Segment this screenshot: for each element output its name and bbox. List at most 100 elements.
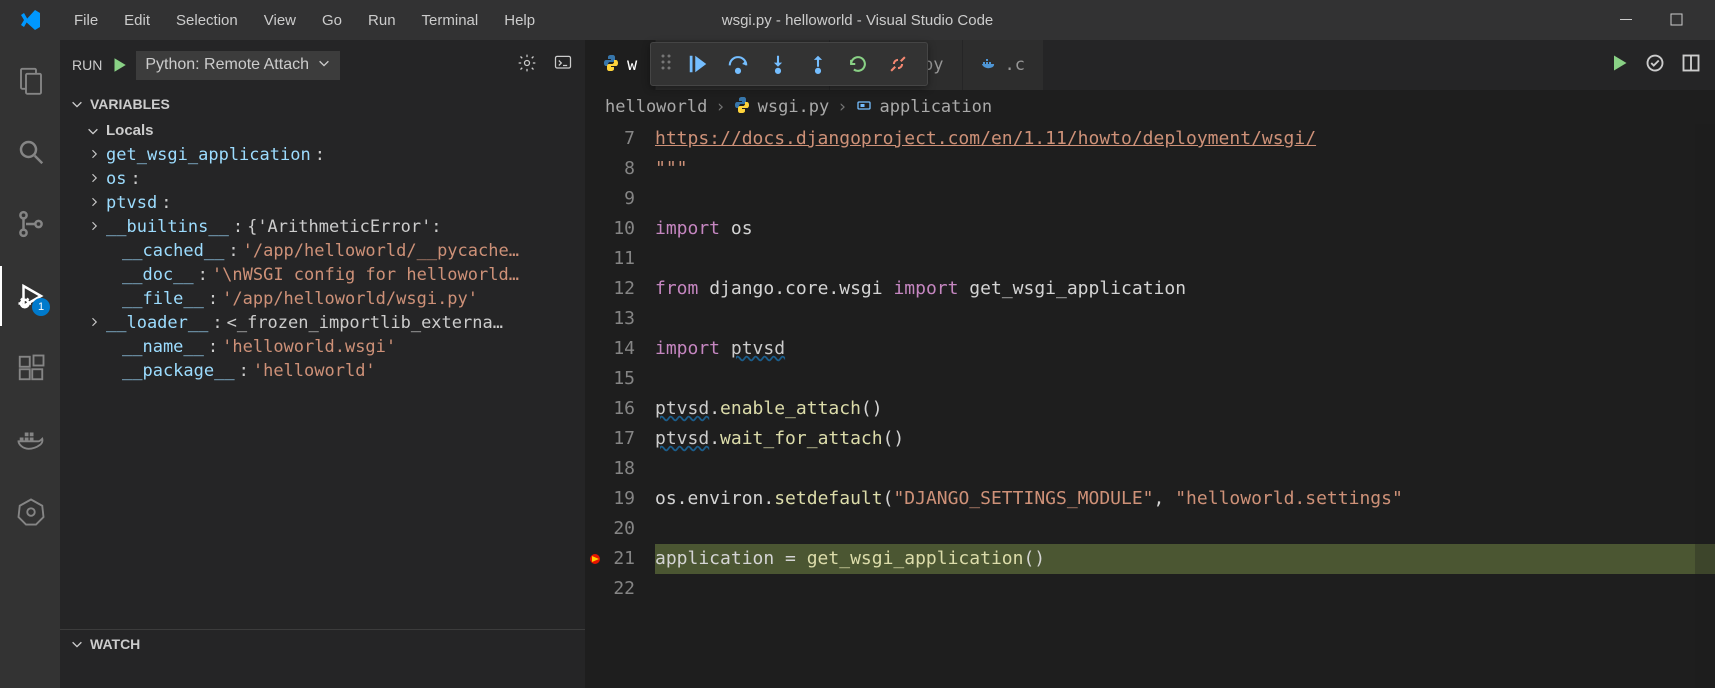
minimize-button[interactable] bbox=[1617, 10, 1637, 30]
locals-scope[interactable]: Locals bbox=[60, 118, 585, 143]
debug-toolbar[interactable] bbox=[650, 42, 928, 86]
breadcrumb-symbol[interactable]: application bbox=[880, 97, 993, 117]
code-editor[interactable]: 78910111213141516171819202122 https://do… bbox=[585, 124, 1715, 688]
menu-terminal[interactable]: Terminal bbox=[410, 6, 491, 35]
disconnect-button[interactable] bbox=[883, 49, 913, 79]
breadcrumb-folder[interactable]: helloworld bbox=[605, 97, 707, 117]
code-line[interactable] bbox=[655, 304, 1715, 334]
chevron-right-icon bbox=[88, 169, 102, 189]
variable-row[interactable]: __cached__: '/app/helloworld/__pycache… bbox=[104, 239, 585, 263]
variable-row[interactable]: __package__: 'helloworld' bbox=[104, 359, 585, 383]
line-number: 19 bbox=[585, 484, 635, 514]
breadcrumb[interactable]: helloworld › wsgi.py › application bbox=[585, 90, 1715, 124]
code-line[interactable]: import ptvsd bbox=[655, 334, 1715, 364]
chevron-right-icon bbox=[88, 313, 102, 333]
variable-row[interactable]: os: bbox=[88, 167, 585, 191]
breadcrumb-file[interactable]: wsgi.py bbox=[758, 97, 830, 117]
kubernetes-icon[interactable] bbox=[0, 482, 60, 542]
maximize-button[interactable] bbox=[1667, 10, 1687, 30]
variable-row[interactable]: get_wsgi_application: bbox=[88, 143, 585, 167]
code-line[interactable]: os.environ.setdefault("DJANGO_SETTINGS_M… bbox=[655, 484, 1715, 514]
titlebar: FileEditSelectionViewGoRunTerminalHelp w… bbox=[0, 0, 1715, 40]
line-number: 22 bbox=[585, 574, 635, 604]
menu-selection[interactable]: Selection bbox=[164, 6, 250, 35]
variables-section-header[interactable]: VARIABLES bbox=[60, 90, 585, 118]
code-line[interactable] bbox=[655, 244, 1715, 274]
explorer-icon[interactable] bbox=[0, 50, 60, 110]
start-debug-button[interactable] bbox=[110, 56, 128, 74]
vscode-logo-icon bbox=[18, 8, 42, 32]
restart-button[interactable] bbox=[843, 49, 873, 79]
continue-button[interactable] bbox=[683, 49, 713, 79]
code-line[interactable]: """ bbox=[655, 154, 1715, 184]
line-number: 14 bbox=[585, 334, 635, 364]
code-content[interactable]: https://docs.djangoproject.com/en/1.11/h… bbox=[655, 124, 1715, 688]
split-editor-button[interactable] bbox=[1681, 53, 1701, 77]
code-line[interactable] bbox=[655, 364, 1715, 394]
step-over-button[interactable] bbox=[723, 49, 753, 79]
variable-name: __name__ bbox=[122, 337, 204, 357]
code-line[interactable]: import os bbox=[655, 214, 1715, 244]
debug-config-select[interactable]: Python: Remote Attach bbox=[136, 51, 340, 80]
code-line[interactable] bbox=[655, 514, 1715, 544]
minimap[interactable] bbox=[1695, 124, 1715, 688]
variable-row[interactable]: __doc__: '\nWSGI config for helloworld… bbox=[104, 263, 585, 287]
variable-row[interactable]: ptvsd: bbox=[88, 191, 585, 215]
variable-value: '\nWSGI config for helloworld… bbox=[212, 265, 519, 285]
source-control-icon[interactable] bbox=[0, 194, 60, 254]
code-line[interactable] bbox=[655, 574, 1715, 604]
drag-handle-icon[interactable] bbox=[659, 52, 673, 76]
menu-help[interactable]: Help bbox=[492, 6, 547, 35]
code-line[interactable] bbox=[655, 184, 1715, 214]
code-line[interactable]: https://docs.djangoproject.com/en/1.11/h… bbox=[655, 124, 1715, 154]
docker-file-icon bbox=[981, 55, 997, 76]
chevron-right-icon: › bbox=[837, 97, 847, 117]
run-debug-icon[interactable]: 1 bbox=[0, 266, 60, 326]
step-out-button[interactable] bbox=[803, 49, 833, 79]
line-number: 13 bbox=[585, 304, 635, 334]
code-line[interactable]: ptvsd.wait_for_attach() bbox=[655, 424, 1715, 454]
tab-w[interactable]: w bbox=[585, 40, 656, 90]
docker-icon[interactable] bbox=[0, 410, 60, 470]
search-icon[interactable] bbox=[0, 122, 60, 182]
menu-go[interactable]: Go bbox=[310, 6, 354, 35]
variable-row[interactable]: __file__: '/app/helloworld/wsgi.py' bbox=[104, 287, 585, 311]
line-number: 9 bbox=[585, 184, 635, 214]
menu-edit[interactable]: Edit bbox=[112, 6, 162, 35]
run-file-button[interactable] bbox=[1609, 53, 1629, 77]
debug-console-icon[interactable] bbox=[553, 53, 573, 78]
extensions-icon[interactable] bbox=[0, 338, 60, 398]
chevron-right-icon bbox=[88, 217, 102, 237]
chevron-right-icon bbox=[88, 193, 102, 213]
variable-row[interactable]: __builtins__: {'ArithmeticError': bbox=[88, 215, 585, 239]
activity-bar: 1 bbox=[0, 40, 60, 688]
line-number: 18 bbox=[585, 454, 635, 484]
code-line[interactable]: application = get_wsgi_application() bbox=[655, 544, 1715, 574]
menu-file[interactable]: File bbox=[62, 6, 110, 35]
variables-list: get_wsgi_application: os: ptvsd: __built… bbox=[60, 143, 585, 383]
code-line[interactable]: ptvsd.enable_attach() bbox=[655, 394, 1715, 424]
gear-icon[interactable] bbox=[517, 53, 537, 78]
variable-value: {'ArithmeticError': bbox=[247, 217, 441, 237]
menu-run[interactable]: Run bbox=[356, 6, 408, 35]
variable-name: __file__ bbox=[122, 289, 204, 309]
tab-c[interactable]: .c bbox=[963, 40, 1044, 90]
chevron-down-icon bbox=[70, 637, 84, 651]
line-number: 15 bbox=[585, 364, 635, 394]
variable-row[interactable]: __loader__: <_frozen_importlib_externa… bbox=[88, 311, 585, 335]
line-number: 7 bbox=[585, 124, 635, 154]
breakpoint-icon[interactable] bbox=[588, 552, 602, 566]
tab-label: w bbox=[627, 55, 637, 75]
chevron-down-icon bbox=[70, 97, 84, 111]
variable-name: get_wsgi_application bbox=[106, 145, 311, 165]
variable-row[interactable]: __name__: 'helloworld.wsgi' bbox=[104, 335, 585, 359]
line-number: 12 bbox=[585, 274, 635, 304]
coverage-icon[interactable] bbox=[1645, 53, 1665, 77]
watch-section-header[interactable]: WATCH bbox=[60, 629, 585, 658]
menu-view[interactable]: View bbox=[252, 6, 308, 35]
line-number: 10 bbox=[585, 214, 635, 244]
code-line[interactable]: from django.core.wsgi import get_wsgi_ap… bbox=[655, 274, 1715, 304]
code-line[interactable] bbox=[655, 454, 1715, 484]
variable-value: <_frozen_importlib_externa… bbox=[227, 313, 503, 333]
step-into-button[interactable] bbox=[763, 49, 793, 79]
